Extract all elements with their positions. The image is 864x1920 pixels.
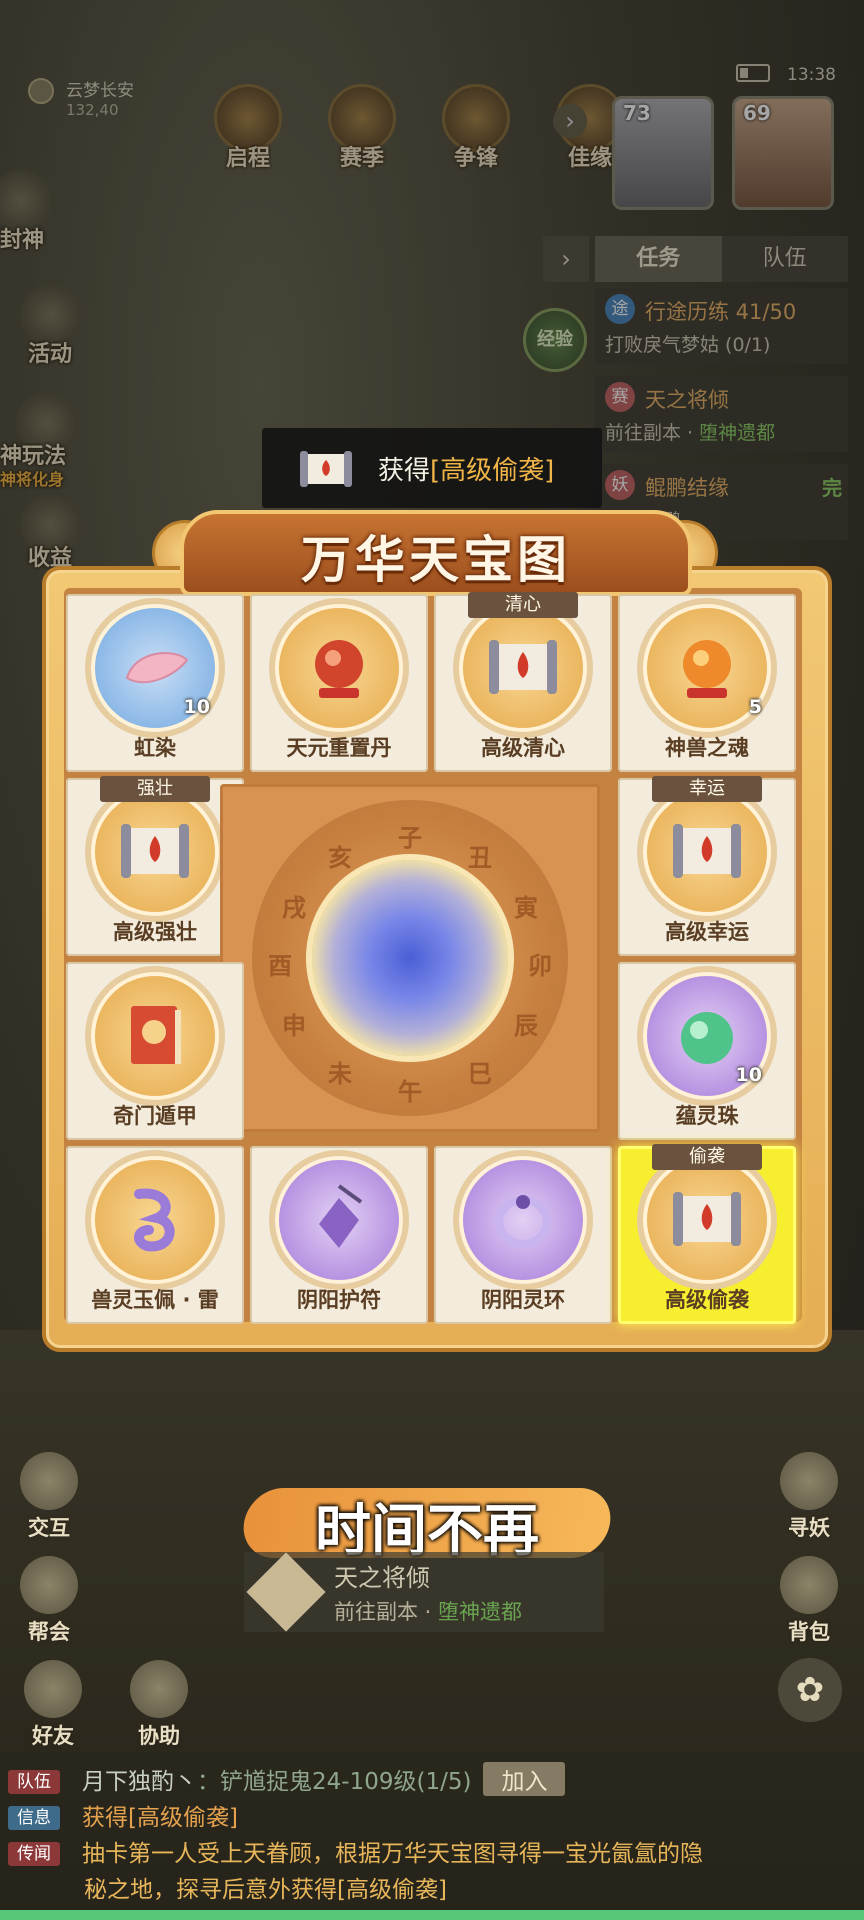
item-name: 奇门遁甲 bbox=[113, 1104, 197, 1128]
dial-char: 寅 bbox=[514, 894, 538, 922]
dial-char: 午 bbox=[398, 1078, 422, 1106]
friends-button[interactable]: 好友 bbox=[24, 1660, 82, 1750]
reward-cell[interactable]: 10 虹染 bbox=[66, 594, 244, 772]
reward-cell[interactable]: 阴阳护符 bbox=[250, 1146, 428, 1324]
join-button[interactable]: 加入 bbox=[483, 1762, 566, 1796]
dial-core-orb[interactable] bbox=[312, 860, 508, 1056]
dial-char: 子 bbox=[398, 824, 422, 852]
dial-char: 戌 bbox=[282, 894, 306, 922]
dial-char: 未 bbox=[328, 1060, 352, 1088]
skill-scroll-icon bbox=[489, 640, 557, 694]
board-title-plate: 万华天宝图 bbox=[180, 510, 692, 596]
item-name: 阴阳护符 bbox=[297, 1288, 381, 1312]
bag-button[interactable]: 背包 bbox=[780, 1556, 838, 1646]
dial-char: 巳 bbox=[468, 1060, 492, 1088]
quest-diamond-icon bbox=[246, 1552, 326, 1632]
friends-icon bbox=[24, 1660, 82, 1718]
reward-cell[interactable]: 清心 高级清心 bbox=[434, 592, 612, 772]
item-tag: 幸运 bbox=[652, 776, 762, 802]
quest-title: 天之将倾 bbox=[334, 1564, 430, 1592]
dial-char: 丑 bbox=[468, 844, 492, 872]
dial-char: 亥 bbox=[328, 844, 352, 872]
dial-char: 酉 bbox=[268, 952, 292, 980]
yinyang-ring-icon bbox=[495, 1195, 551, 1248]
reward-cell[interactable]: 阴阳灵环 bbox=[434, 1146, 612, 1324]
board-title: 万华天宝图 bbox=[301, 530, 571, 589]
item-tag: 偷袭 bbox=[652, 1144, 762, 1170]
chat-line-info: 信息 获得[高级偷袭] bbox=[8, 1798, 238, 1832]
item-name: 高级强壮 bbox=[113, 920, 197, 944]
beast-soul-icon bbox=[683, 640, 731, 698]
obtained-text: 获得[高级偷袭] bbox=[378, 456, 555, 486]
obtained-toast: 获得[高级偷袭] bbox=[262, 428, 602, 508]
interact-button[interactable]: 交互 bbox=[20, 1452, 78, 1542]
quest-desc-link[interactable]: 堕神遗都 bbox=[438, 1600, 522, 1624]
chat-message: ：铲馗捉鬼24-109级(1/5) bbox=[197, 1769, 472, 1795]
reward-cell-selected[interactable]: 偷袭 高级偷袭 bbox=[618, 1144, 796, 1324]
item-tag: 强壮 bbox=[100, 776, 210, 802]
fortune-dial-panel: 子 丑 寅 卯 辰 巳 午 未 申 酉 戌 亥 bbox=[220, 784, 600, 1132]
reward-cell[interactable]: 幸运 高级幸运 bbox=[618, 776, 796, 956]
chat-line-legend: 传闻 抽卡第一人受上天眷顾，根据万华天宝图寻得一宝光氤氲的隐 bbox=[8, 1834, 703, 1868]
item-tag: 清心 bbox=[468, 592, 578, 618]
item-name: 神兽之魂 bbox=[665, 736, 749, 760]
quest-tracker[interactable]: 天之将倾 前往副本 · 堕神遗都 bbox=[244, 1552, 604, 1632]
chat-message: 抽卡第一人受上天眷顾，根据万华天宝图寻得一宝光氤氲的隐 bbox=[82, 1841, 703, 1867]
item-name: 高级偷袭 bbox=[665, 1288, 749, 1312]
interact-icon bbox=[20, 1452, 78, 1510]
reward-cell[interactable]: 兽灵玉佩 · 雷 bbox=[66, 1146, 244, 1324]
reward-cell[interactable]: 天元重置丹 bbox=[250, 594, 428, 772]
item-count: 10 bbox=[735, 1064, 762, 1086]
chat-line-legend-cont: 秘之地，探寻后意外获得[高级偷袭] bbox=[84, 1877, 447, 1903]
channel-badge: 传闻 bbox=[8, 1842, 60, 1866]
book-icon bbox=[131, 1006, 181, 1064]
item-name: 虹染 bbox=[134, 736, 176, 760]
dial-char: 卯 bbox=[528, 952, 552, 980]
flower-menu-icon[interactable]: ✿ bbox=[778, 1658, 842, 1722]
obtained-item: [高级偷袭] bbox=[430, 456, 555, 486]
chat-line-team: 队伍 月下独酌丶：铲馗捉鬼24-109级(1/5) 加入 bbox=[8, 1762, 566, 1796]
bag-icon bbox=[780, 1556, 838, 1614]
item-count: 5 bbox=[748, 696, 762, 718]
seek-demon-button[interactable]: 寻妖 bbox=[780, 1452, 838, 1542]
skill-scroll-icon bbox=[121, 824, 189, 878]
scroll-icon bbox=[300, 451, 352, 487]
assist-icon bbox=[130, 1660, 188, 1718]
dial-char: 申 bbox=[282, 1012, 306, 1040]
reward-cell[interactable]: 10 蕴灵珠 bbox=[618, 962, 796, 1140]
channel-badge: 信息 bbox=[8, 1806, 60, 1830]
item-name: 兽灵玉佩 · 雷 bbox=[91, 1288, 219, 1312]
bottom-bar bbox=[0, 1910, 864, 1920]
amulet-icon bbox=[319, 1184, 363, 1248]
red-pearl-icon bbox=[315, 640, 363, 698]
item-name: 阴阳灵环 bbox=[481, 1288, 565, 1312]
item-name: 高级清心 bbox=[481, 736, 565, 760]
seek-demon-icon bbox=[780, 1452, 838, 1510]
item-name: 蕴灵珠 bbox=[675, 1104, 739, 1128]
zodiac-dial: 子 丑 寅 卯 辰 巳 午 未 申 酉 戌 亥 bbox=[252, 800, 568, 1116]
item-name: 天元重置丹 bbox=[286, 736, 392, 760]
skill-scroll-icon bbox=[673, 824, 741, 878]
item-count: 10 bbox=[183, 696, 210, 718]
jade-pendant-icon bbox=[134, 1188, 175, 1252]
guild-icon bbox=[20, 1556, 78, 1614]
item-name: 高级幸运 bbox=[665, 920, 749, 944]
assist-button[interactable]: 协助 bbox=[130, 1660, 188, 1750]
dye-drop-icon bbox=[125, 652, 189, 684]
quest-desc: 前往副本 · 堕神遗都 bbox=[334, 1600, 523, 1624]
dial-char: 辰 bbox=[514, 1012, 538, 1040]
reward-cell[interactable]: 奇门遁甲 bbox=[66, 962, 244, 1140]
chat-message: 获得[高级偷袭] bbox=[82, 1805, 238, 1831]
chat-sender[interactable]: 月下独酌丶 bbox=[82, 1769, 197, 1795]
reward-cell[interactable]: 强壮 高级强壮 bbox=[66, 776, 244, 956]
spirit-pearl-icon bbox=[681, 1012, 733, 1064]
channel-badge: 队伍 bbox=[8, 1770, 60, 1794]
skill-scroll-icon bbox=[673, 1192, 741, 1246]
reward-cell[interactable]: 5 神兽之魂 bbox=[618, 594, 796, 772]
chat-panel[interactable]: 队伍 月下独酌丶：铲馗捉鬼24-109级(1/5) 加入 信息 获得[高级偷袭] 传闻… bbox=[0, 1752, 864, 1920]
guild-button[interactable]: 帮会 bbox=[20, 1556, 78, 1646]
